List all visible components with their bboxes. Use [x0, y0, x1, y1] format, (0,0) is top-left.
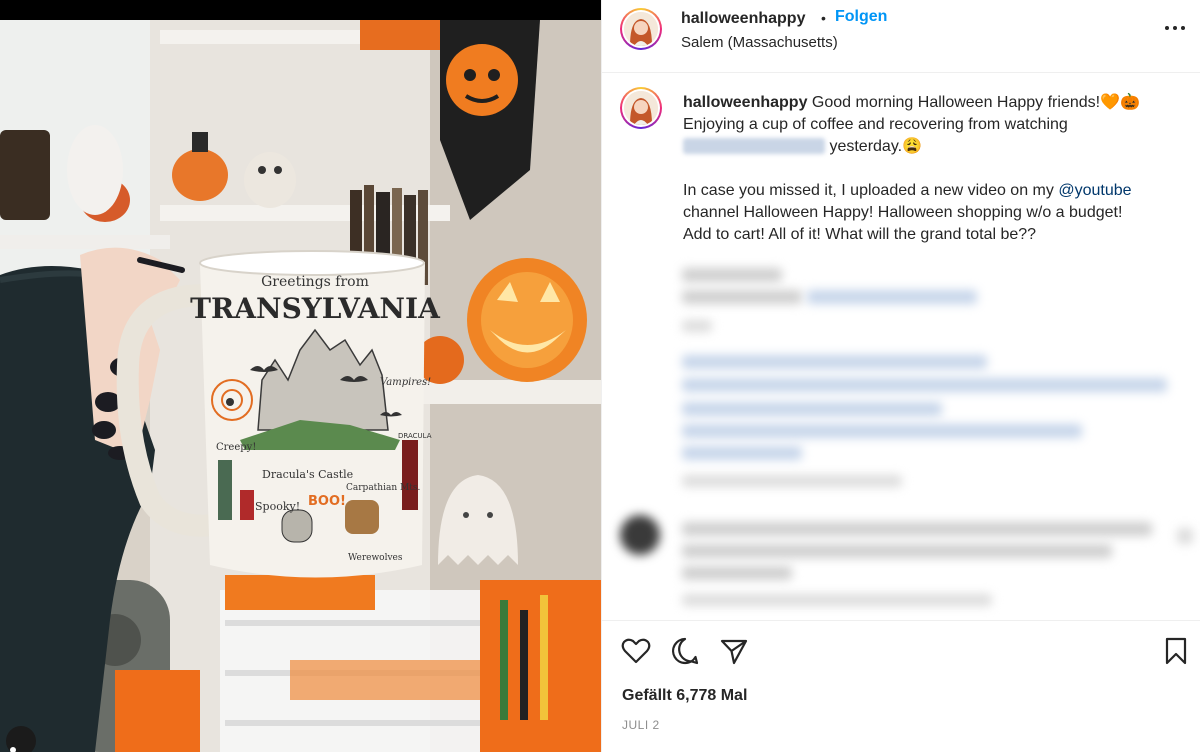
mug-label-dracula: DRACULA — [398, 432, 432, 440]
caption-para2-a: In case you missed it, I uploaded a new … — [683, 182, 1059, 199]
redacted-text — [683, 138, 825, 154]
mug-line1: Greetings from — [261, 274, 369, 290]
follow-button[interactable]: Folgen — [835, 8, 887, 26]
like-button[interactable] — [620, 635, 652, 667]
more-horizontal-icon — [1165, 26, 1185, 30]
likes-count[interactable]: Gefällt 6,778 Mal — [622, 687, 747, 705]
mug-label-vampires: Vampires! — [380, 377, 431, 388]
profile-picture — [624, 91, 658, 125]
mug-label-werewolves: Werewolves — [348, 553, 403, 563]
photo-top-bar — [0, 0, 601, 20]
post-photo[interactable]: Greetings from TRANSYLVANIA Vampires! Cr… — [0, 0, 601, 752]
caption-line2: Enjoying a cup of coffee and recovering … — [683, 116, 1068, 133]
header-avatar[interactable] — [620, 8, 662, 50]
mug-label-creepy: Creepy! — [216, 442, 256, 453]
send-icon — [720, 639, 748, 665]
post-date[interactable]: JULI 2 — [622, 718, 660, 732]
location-link[interactable]: Salem (Massachusetts) — [681, 34, 838, 51]
mug-label-spooky: Spooky! — [255, 500, 300, 513]
mug-line2: TRANSYLVANIA — [190, 292, 441, 325]
header-username[interactable]: halloweenhappy — [681, 10, 805, 28]
post-header: halloweenhappy • Folgen Salem (Massachus… — [602, 0, 1200, 73]
comment-button[interactable] — [669, 635, 701, 667]
heart-icon — [621, 638, 651, 664]
separator-dot: • — [821, 10, 826, 26]
action-bar: Gefällt 6,778 Mal JULI 2 — [602, 620, 1200, 753]
caption-username[interactable]: halloweenhappy — [683, 94, 807, 111]
blurred-comments — [620, 260, 1193, 610]
caption-line1: Good morning Halloween Happy friends!🧡🎃 — [811, 94, 1140, 111]
more-options-button[interactable] — [1162, 18, 1188, 38]
mention-link[interactable]: @youtube — [1058, 182, 1131, 199]
mug-label-boo: BOO! — [308, 494, 346, 509]
caption-para2-c: Add to cart! All of it! What will the gr… — [683, 226, 1037, 243]
share-button[interactable] — [718, 635, 750, 667]
save-button[interactable] — [1160, 635, 1192, 667]
tagged-users-button[interactable] — [6, 726, 36, 752]
post-details-panel: halloweenhappy • Folgen Salem (Massachus… — [601, 0, 1200, 752]
caption-line3: yesterday.😩 — [829, 138, 922, 155]
comment-icon — [672, 637, 699, 665]
bookmark-icon — [1165, 637, 1187, 665]
caption-avatar[interactable] — [620, 87, 662, 129]
photo-illustration: Greetings from TRANSYLVANIA Vampires! Cr… — [0, 20, 601, 752]
mug-label-carpathian: Carpathian Mts. — [346, 483, 420, 493]
mug-label-castle: Dracula's Castle — [262, 468, 353, 481]
caption: halloweenhappy Good morning Halloween Ha… — [683, 92, 1183, 246]
person-icon — [10, 747, 16, 752]
profile-picture — [624, 12, 658, 46]
caption-para2-b: channel Halloween Happy! Halloween shopp… — [683, 204, 1123, 221]
